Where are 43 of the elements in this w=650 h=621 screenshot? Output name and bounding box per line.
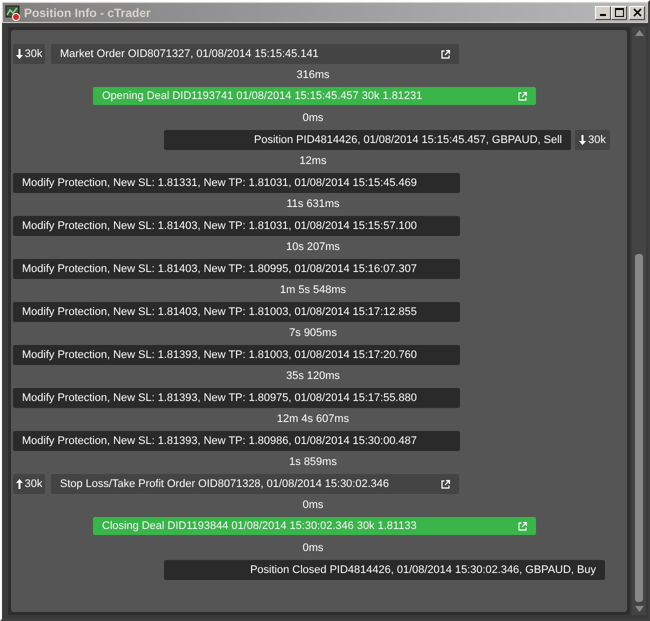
delay-text: 35s 120ms (285, 369, 341, 384)
entry-text: Modify Protection, New SL: 1.81393, New TP: 1.80986, 01/08/2014 15:30:00.487 (22, 435, 418, 447)
delay-text: 0ms (302, 498, 324, 513)
entry-text: Modify Protection, New SL: 1.81393, New TP: 1.80975, 01/08/2014 15:17:55.880 (22, 392, 418, 404)
minimize-button[interactable] (595, 6, 611, 20)
scroll-down-icon[interactable] (634, 606, 644, 612)
external-link-icon[interactable] (441, 480, 450, 488)
window-title: Position Info - cTrader (24, 6, 152, 20)
delay-text: 12m 4s 607ms (276, 412, 350, 427)
maximize-button[interactable] (611, 6, 627, 20)
entry-text: Modify Protection, New SL: 1.81331, New TP: 1.81031, 01/08/2014 15:15:45.469 (22, 177, 418, 189)
delay-text: 7s 905ms (288, 326, 338, 341)
entry-text: Modify Protection, New SL: 1.81403, New TP: 1.81003, 01/08/2014 15:17:12.855 (22, 306, 418, 318)
entry-text: Modify Protection, New SL: 1.81403, New TP: 1.81031, 01/08/2014 15:15:57.100 (22, 220, 418, 232)
volume-text: 30k (24, 478, 42, 490)
entry-text: Closing Deal DID1193844 01/08/2014 15:30:02.346 30k 1.81133 (102, 520, 418, 532)
external-link-icon[interactable] (441, 50, 450, 58)
entry-text: Modify Protection, New SL: 1.81393, New TP: 1.81003, 01/08/2014 15:17:20.760 (22, 349, 418, 361)
scroll-up-icon[interactable] (634, 30, 644, 36)
app-icon (5, 4, 21, 20)
maximize-icon (614, 8, 624, 17)
delay-text: 316ms (295, 68, 331, 83)
volume-text: 30k (588, 134, 606, 146)
entry-text: Stop Loss/Take Profit Order OID8071328, 01/08/2014 15:30:02.346 (60, 478, 390, 490)
delay-text: 12ms (298, 154, 328, 169)
delay-text: 1s 859ms (288, 455, 338, 470)
entry-text: Opening Deal DID1193741 01/08/2014 15:15:45.457 30k 1.81231 (102, 90, 424, 102)
delay-text: 11s 631ms (286, 197, 340, 212)
entry-text: Market Order OID8071327, 01/08/2014 15:15:45.141 (60, 48, 320, 60)
delay-text: 0ms (302, 541, 324, 556)
order-entry[interactable]: Market Order OID8071327, 01/08/2014 15:15:45.141 (51, 44, 459, 64)
close-button[interactable] (629, 6, 645, 20)
delay-text: 1m 5s 548ms (278, 283, 348, 298)
delay-text: 10s 207ms (285, 240, 341, 255)
scroll-thumb[interactable] (635, 254, 643, 602)
scrollbar[interactable] (632, 27, 646, 615)
entry-text: Modify Protection, New SL: 1.81403, New TP: 1.80995, 01/08/2014 15:16:07.307 (22, 263, 418, 275)
entry-text: Position PID4814426, 01/08/2014 15:15:45.457, GBPAUD, Sell (252, 134, 562, 146)
volume-text: 30k (24, 48, 42, 60)
order-entry[interactable]: Stop Loss/Take Profit Order OID8071328, 01/08/2014 15:30:02.346 (51, 474, 459, 494)
close-icon (632, 8, 642, 17)
entry-text: Position Closed PID4814426, 01/08/2014 15:30:02.346, GBPAUD, Buy (249, 564, 596, 576)
delay-text: 0ms (302, 111, 324, 126)
